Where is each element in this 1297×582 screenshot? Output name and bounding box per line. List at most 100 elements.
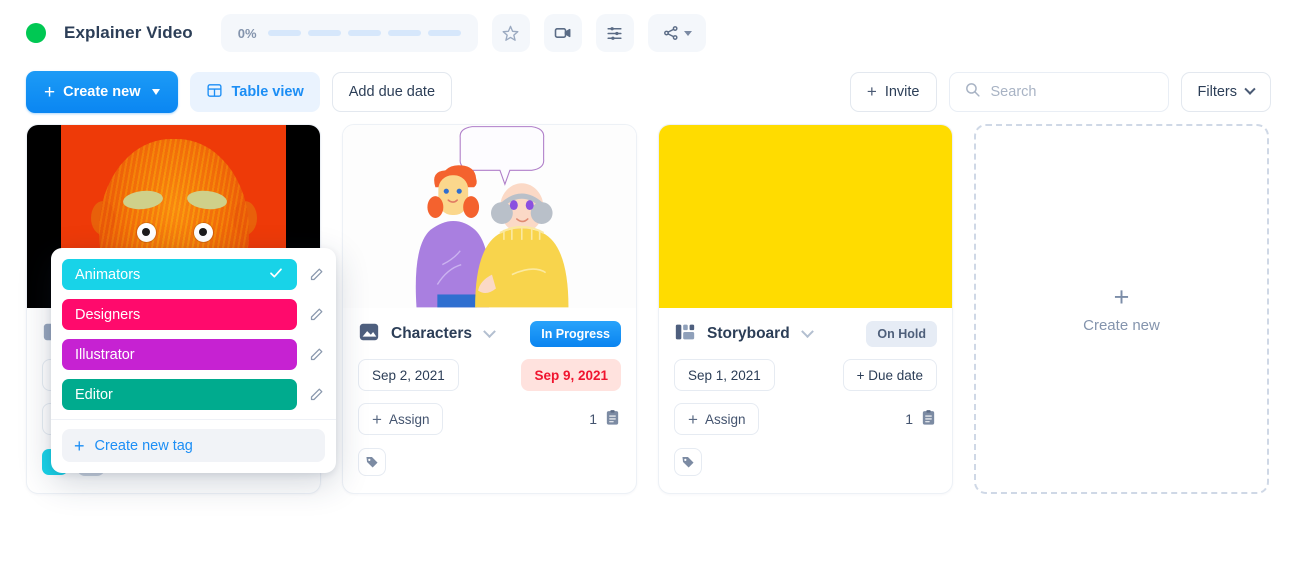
tag-menu-item[interactable]: Animators	[62, 259, 325, 290]
tag-menu-item[interactable]: Illustrator	[62, 339, 325, 370]
due-date-pill[interactable]: Sep 9, 2021	[521, 359, 621, 391]
tag-pill-animators[interactable]: Animators	[62, 259, 297, 290]
assign-button[interactable]: + Assign	[674, 403, 760, 435]
create-new-tag-button[interactable]: + Create new tag	[62, 429, 325, 462]
card-assign-row: + Assign 1	[674, 403, 937, 435]
card-date-row: Sep 2, 2021 Sep 9, 2021	[358, 359, 621, 391]
create-new-card-label: Create new	[1083, 317, 1160, 334]
two-characters-illustration	[343, 125, 636, 308]
tag-menu-item[interactable]: Designers	[62, 299, 325, 330]
table-icon	[206, 82, 223, 103]
progress-segments	[267, 30, 461, 36]
edit-pencil-icon[interactable]	[307, 267, 325, 282]
subtask-count-value: 1	[905, 411, 913, 427]
chevron-down-icon[interactable]	[800, 324, 814, 338]
edit-pencil-icon[interactable]	[307, 307, 325, 322]
page-title: Explainer Video	[64, 23, 193, 42]
progress-segment	[387, 30, 421, 36]
share-button[interactable]	[647, 14, 706, 52]
filters-button[interactable]: Filters	[1180, 72, 1271, 112]
character-eye	[193, 223, 213, 242]
tag-label: Illustrator	[75, 346, 135, 363]
edit-pencil-icon[interactable]	[307, 387, 325, 402]
search-input[interactable]: Search	[948, 72, 1169, 112]
start-date-pill[interactable]: Sep 1, 2021	[674, 359, 775, 391]
clipboard-icon	[604, 409, 621, 429]
tag-menu-item[interactable]: Editor	[62, 379, 325, 410]
chevron-down-icon	[1244, 83, 1256, 95]
card-thumbnail-illustration[interactable]	[343, 125, 636, 308]
share-icon	[662, 24, 680, 42]
clipboard-icon	[920, 409, 937, 429]
card-assign-row: + Assign 1	[358, 403, 621, 435]
card-item[interactable]: Characters In Progress Sep 2, 2021 Sep 9…	[342, 124, 637, 494]
add-due-date-label: Add due date	[348, 84, 436, 100]
create-new-label: Create new	[63, 84, 141, 100]
chevron-down-icon[interactable]	[483, 324, 496, 338]
tag-pill-illustrator[interactable]: Illustrator	[62, 339, 297, 370]
card-item[interactable]: Storyboard On Hold Sep 1, 2021 + Due dat…	[658, 124, 953, 494]
chevron-down-icon	[683, 30, 692, 36]
tag-icon[interactable]	[358, 448, 386, 476]
tag-label: Editor	[75, 386, 113, 403]
create-new-card[interactable]: + Create new	[974, 124, 1269, 494]
add-due-date-button[interactable]: Add due date	[331, 72, 453, 112]
filters-label: Filters	[1197, 84, 1237, 100]
create-new-button[interactable]: + Create new	[26, 71, 179, 113]
assign-button[interactable]: + Assign	[358, 403, 444, 435]
card-tag-row	[674, 448, 937, 476]
chevron-down-icon	[152, 89, 161, 95]
plus-icon: +	[688, 409, 698, 429]
tag-label: Animators	[75, 266, 141, 283]
tag-icon[interactable]	[674, 448, 702, 476]
card-thumbnail-yellow[interactable]	[659, 125, 952, 308]
start-date-pill[interactable]: Sep 2, 2021	[358, 359, 459, 391]
plus-icon: +	[866, 82, 877, 101]
card-date-row: Sep 1, 2021 + Due date	[674, 359, 937, 391]
search-icon	[964, 81, 981, 103]
card-title: Storyboard	[707, 325, 790, 342]
progress-segment	[427, 30, 461, 36]
plus-icon: +	[372, 409, 382, 429]
tag-dropdown-footer: + Create new tag	[51, 419, 336, 473]
create-new-tag-label: Create new tag	[94, 437, 193, 454]
board-icon	[674, 321, 696, 348]
plus-icon: +	[1113, 282, 1130, 312]
toolbar: + Create new Table view Add due date + I…	[0, 66, 1297, 118]
table-view-label: Table view	[231, 84, 304, 100]
status-badge[interactable]: On Hold	[866, 321, 937, 347]
assign-label: Assign	[704, 411, 746, 427]
sliders-icon[interactable]	[595, 14, 634, 52]
card-board: Sep +	[0, 124, 1297, 494]
card-body: Storyboard On Hold Sep 1, 2021 + Due dat…	[659, 308, 952, 491]
subtask-count: 1	[589, 409, 621, 429]
invite-button[interactable]: + Invite	[849, 72, 937, 112]
card-body: Characters In Progress Sep 2, 2021 Sep 9…	[343, 308, 636, 491]
project-status-dot[interactable]	[26, 23, 46, 43]
character-eye	[136, 223, 156, 242]
tag-pill-editor[interactable]: Editor	[62, 379, 297, 410]
progress-indicator[interactable]: 0%	[220, 14, 478, 52]
card-title-row: Storyboard On Hold	[674, 321, 937, 347]
tag-pill-designers[interactable]: Designers	[62, 299, 297, 330]
plus-icon: +	[44, 81, 56, 103]
plus-icon: +	[74, 435, 85, 456]
edit-pencil-icon[interactable]	[307, 347, 325, 362]
tag-label: Designers	[75, 306, 141, 323]
due-date-pill[interactable]: + Due date	[842, 359, 937, 391]
card-title-row: Characters In Progress	[358, 321, 621, 347]
progress-percent-label: 0%	[237, 25, 257, 41]
table-view-button[interactable]: Table view	[190, 72, 320, 112]
subtask-count-value: 1	[589, 411, 597, 427]
card-tag-row	[358, 448, 621, 476]
image-icon	[358, 321, 380, 348]
progress-segment	[347, 30, 381, 36]
status-badge[interactable]: In Progress	[530, 321, 621, 347]
star-icon[interactable]	[491, 14, 530, 52]
top-bar: Explainer Video 0%	[0, 0, 1297, 66]
progress-segment	[307, 30, 341, 36]
video-camera-icon[interactable]	[543, 14, 582, 52]
assign-label: Assign	[388, 411, 430, 427]
progress-segment	[267, 30, 301, 36]
subtask-count: 1	[905, 409, 937, 429]
